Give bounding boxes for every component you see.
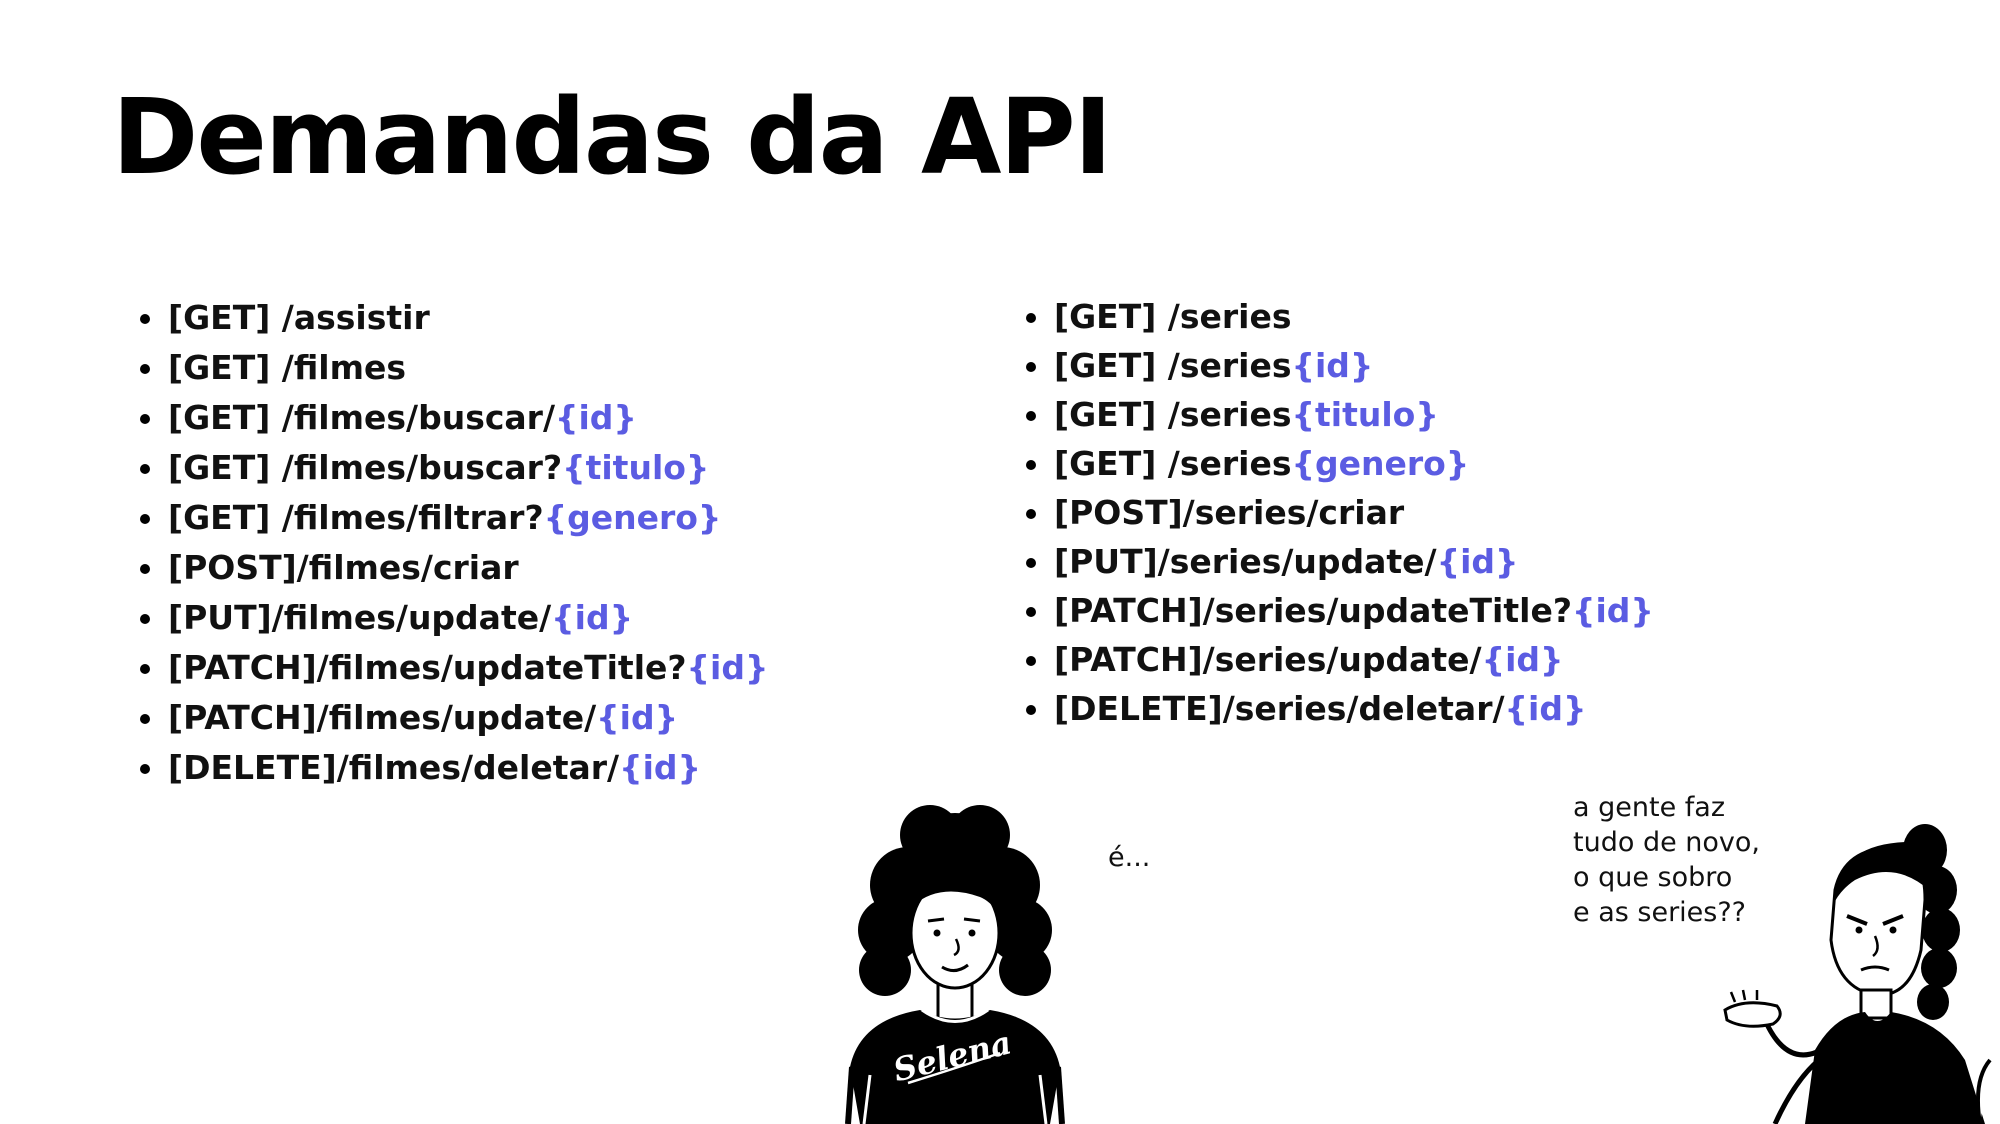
endpoint-item: [PUT]/series/update/{id} — [1026, 537, 1654, 586]
endpoint-item: [POST]/series/criar — [1026, 488, 1654, 537]
endpoint-item: [PUT]/filmes/update/{id} — [140, 593, 768, 643]
endpoint-item: [PATCH]/filmes/update/{id} — [140, 693, 768, 743]
endpoint-item: [GET] /series{genero} — [1026, 439, 1654, 488]
woman-curly-hair-illustration: Selena — [845, 805, 1065, 1124]
endpoint-param: {id} — [1481, 640, 1564, 679]
endpoint-path: [PUT]/series/update/ — [1054, 542, 1437, 581]
endpoint-item: [POST]/filmes/criar — [140, 543, 768, 593]
endpoint-param: {titulo} — [1291, 395, 1439, 434]
endpoint-path: [POST]/series/criar — [1054, 493, 1405, 532]
woman-shrugging-illustration — [1723, 824, 1992, 1124]
endpoint-param: {genero} — [1291, 444, 1470, 483]
endpoint-path: [PATCH]/filmes/updateTitle? — [168, 648, 687, 687]
endpoint-path: [PUT]/filmes/update/ — [168, 598, 552, 637]
endpoint-param: {id} — [1291, 346, 1374, 385]
endpoint-path: [GET] /filmes — [168, 348, 407, 387]
endpoint-path: [GET] /series — [1054, 297, 1292, 336]
endpoint-item: [GET] /filmes/buscar?{titulo} — [140, 443, 768, 493]
endpoint-item: [GET] /assistir — [140, 293, 768, 343]
endpoint-item: [GET] /series{titulo} — [1026, 390, 1654, 439]
endpoint-path: [PATCH]/series/update/ — [1054, 640, 1482, 679]
endpoint-param: {titulo} — [562, 448, 710, 487]
endpoint-path: [GET] /filmes/buscar? — [168, 448, 563, 487]
endpoint-param: {id} — [1436, 542, 1519, 581]
endpoint-item: [PATCH]/series/update/{id} — [1026, 635, 1654, 684]
endpoint-item: [DELETE]/series/deletar/{id} — [1026, 684, 1654, 733]
endpoint-item: [GET] /series{id} — [1026, 341, 1654, 390]
endpoint-path: [GET] /filmes/filtrar? — [168, 498, 544, 537]
endpoint-item: [GET] /filmes — [140, 343, 768, 393]
endpoint-path: [GET] /assistir — [168, 298, 430, 337]
endpoint-path: [GET] /series — [1054, 346, 1292, 385]
endpoint-param: {genero} — [543, 498, 722, 537]
endpoint-param: {id} — [1504, 689, 1587, 728]
endpoint-path: [PATCH]/filmes/update/ — [168, 698, 597, 737]
endpoint-param: {id} — [551, 598, 634, 637]
endpoint-item: [DELETE]/filmes/deletar/{id} — [140, 743, 768, 793]
endpoint-path: [GET] /series — [1054, 444, 1292, 483]
endpoint-path: [GET] /filmes/buscar/ — [168, 398, 555, 437]
endpoint-item: [PATCH]/series/updateTitle?{id} — [1026, 586, 1654, 635]
endpoint-item: [PATCH]/filmes/updateTitle?{id} — [140, 643, 768, 693]
endpoint-param: {id} — [619, 748, 701, 787]
endpoint-path: [GET] /series — [1054, 395, 1292, 434]
speech-text-left: é... — [1108, 842, 1151, 873]
endpoint-param: {id} — [596, 698, 679, 737]
page-title: Demandas da API — [112, 76, 1112, 198]
endpoint-param: {id} — [555, 398, 637, 437]
endpoint-item: [GET] /filmes/filtrar?{genero} — [140, 493, 768, 543]
endpoint-param: {id} — [686, 648, 769, 687]
endpoint-item: [GET] /filmes/buscar/{id} — [140, 393, 768, 443]
endpoint-path: [POST]/filmes/criar — [168, 548, 519, 587]
series-endpoint-list: [GET] /series [GET] /series{id} [GET] /s… — [1026, 292, 1654, 733]
endpoint-param: {id} — [1571, 591, 1654, 630]
endpoint-path: [DELETE]/series/deletar/ — [1054, 689, 1505, 728]
endpoint-item: [GET] /series — [1026, 292, 1654, 341]
filmes-endpoint-list: [GET] /assistir [GET] /filmes [GET] /fil… — [140, 293, 768, 793]
endpoint-path: [DELETE]/filmes/deletar/ — [168, 748, 620, 787]
endpoint-path: [PATCH]/series/updateTitle? — [1054, 591, 1572, 630]
